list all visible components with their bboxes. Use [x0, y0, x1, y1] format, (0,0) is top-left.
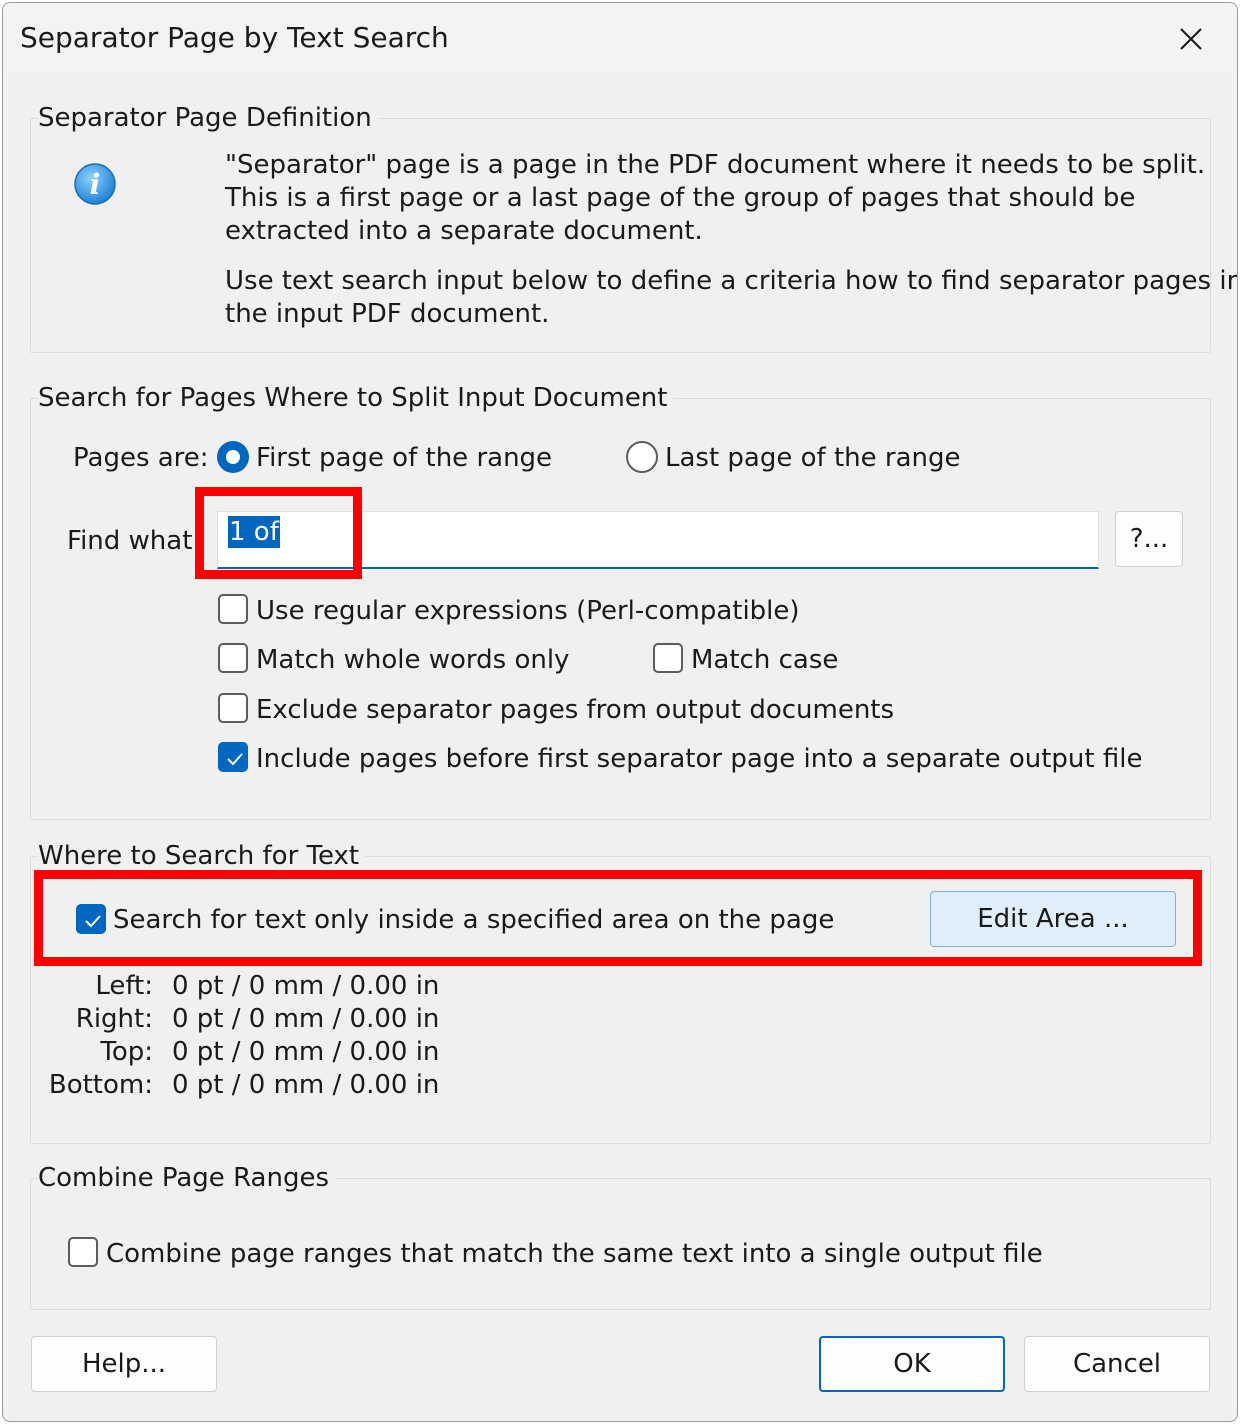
margin-right-value: 0 pt / 0 mm / 0.00 in [172, 1004, 440, 1034]
find-options-button[interactable]: ?... [1115, 511, 1183, 567]
definition-text-line-4: Use text search input below to define a … [225, 266, 1238, 296]
margin-left-value: 0 pt / 0 mm / 0.00 in [172, 971, 440, 1001]
check-icon [227, 753, 243, 766]
definition-text-line-5: the input PDF document. [225, 299, 550, 329]
help-button[interactable]: Help... [31, 1336, 217, 1392]
combine-checkbox[interactable] [68, 1237, 98, 1267]
include-before-checkbox[interactable] [218, 742, 248, 772]
margin-right-label: Right: [75, 1004, 153, 1034]
cancel-button[interactable]: Cancel [1024, 1336, 1210, 1392]
definition-text-line-2: This is a first page or a last page of t… [225, 183, 1136, 213]
whole-words-checkbox[interactable] [218, 643, 248, 673]
exclude-separator-checkbox[interactable] [218, 693, 248, 723]
definition-text-line-3: extracted into a separate document. [225, 216, 703, 246]
title-bar[interactable]: Separator Page by Text Search [3, 3, 1237, 73]
svg-text:i: i [90, 168, 101, 201]
margin-top-value: 0 pt / 0 mm / 0.00 in [172, 1037, 440, 1067]
where-legend: Where to Search for Text [38, 841, 366, 871]
find-what-label: Find what: [67, 526, 202, 556]
info-icon: i [73, 162, 117, 206]
search-legend: Search for Pages Where to Split Input Do… [38, 383, 674, 413]
whole-words-label[interactable]: Match whole words only [256, 644, 569, 677]
margin-bottom-value: 0 pt / 0 mm / 0.00 in [172, 1070, 440, 1100]
first-page-radio[interactable] [217, 441, 249, 473]
margin-bottom-label: Bottom: [48, 1070, 153, 1100]
combine-label[interactable]: Combine page ranges that match the same … [106, 1238, 1043, 1271]
regex-checkbox[interactable] [218, 594, 248, 624]
area-highlight [34, 870, 1202, 966]
ok-button[interactable]: OK [819, 1336, 1005, 1392]
margin-top-label: Top: [100, 1037, 153, 1067]
pages-are-label: Pages are: [73, 443, 209, 473]
close-button[interactable] [1169, 17, 1213, 61]
dialog-title: Separator Page by Text Search [20, 21, 449, 54]
match-case-label[interactable]: Match case [691, 644, 838, 677]
margin-left-label: Left: [95, 971, 153, 1001]
exclude-separator-label[interactable]: Exclude separator pages from output docu… [256, 694, 894, 727]
first-page-radio-label[interactable]: First page of the range [256, 442, 552, 475]
last-page-radio-label[interactable]: Last page of the range [665, 442, 960, 475]
include-before-label[interactable]: Include pages before first separator pag… [256, 743, 1142, 776]
combine-legend: Combine Page Ranges [38, 1163, 336, 1193]
match-case-checkbox[interactable] [653, 643, 683, 673]
regex-label[interactable]: Use regular expressions (Perl-compatible… [256, 595, 800, 628]
separator-page-dialog: Separator Page by Text Search Separator … [2, 2, 1238, 1422]
find-what-highlight [195, 487, 362, 579]
last-page-radio[interactable] [626, 441, 658, 473]
definition-text-line-1: "Separator" page is a page in the PDF do… [225, 150, 1206, 180]
close-icon [1180, 28, 1202, 50]
definition-legend: Separator Page Definition [38, 103, 378, 133]
